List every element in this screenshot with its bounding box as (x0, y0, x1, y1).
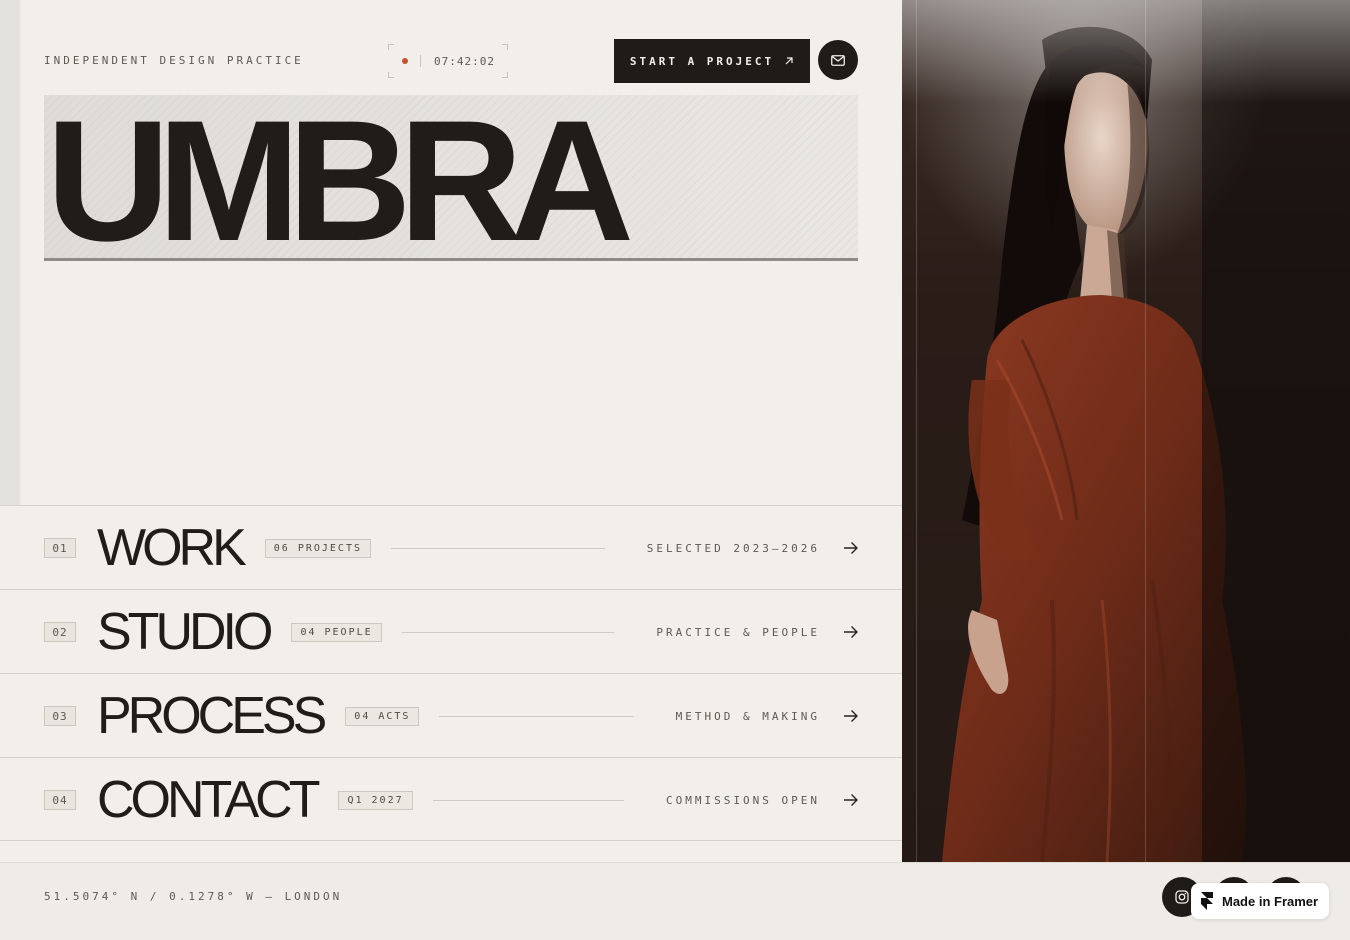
brand-title: UMBRA (46, 95, 634, 261)
start-project-label: START A PROJECT (629, 54, 775, 68)
nav-number: 02 (44, 622, 76, 642)
arrow-right-icon (844, 710, 858, 722)
panel-grid-line (916, 0, 917, 862)
nav-divider-line (401, 631, 615, 633)
clock-time: 07:42:02 (434, 54, 495, 68)
nav-badge: 04 PEOPLE (291, 622, 382, 642)
location-coordinates: 51.5074° N / 0.1278° W — LONDON (44, 890, 343, 903)
nav-number: 03 (44, 706, 76, 726)
nav-title: PROCESS (97, 687, 327, 745)
mail-button[interactable] (818, 40, 858, 80)
nav-row-work[interactable]: 01 WORK 06 PROJECTS SELECTED 2023–2026 (0, 505, 902, 589)
nav-row-contact[interactable]: 04 CONTACT Q1 2027 COMMISSIONS OPEN (0, 757, 902, 841)
nav-badge: 06 PROJECTS (264, 538, 371, 558)
nav-divider-line (439, 715, 634, 717)
nav-number: 04 (44, 790, 76, 810)
instagram-icon (1175, 890, 1189, 904)
nav-title: STUDIO (97, 603, 273, 661)
nav-description: COMMISSIONS OPEN (666, 793, 820, 807)
live-clock: 07:42:02 (388, 44, 508, 78)
framer-badge-label: Made in Framer (1222, 893, 1319, 909)
portrait-illustration (902, 0, 1350, 862)
framer-logo-icon (1201, 892, 1213, 910)
clock-divider (420, 55, 421, 67)
panel-grid-line (1145, 0, 1146, 862)
section-nav: 01 WORK 06 PROJECTS SELECTED 2023–2026 0… (0, 505, 902, 841)
arrow-right-icon (844, 542, 858, 554)
mail-icon (831, 54, 845, 66)
nav-divider-line (391, 547, 605, 549)
arrow-right-icon (844, 626, 858, 638)
live-status-dot (402, 58, 408, 64)
made-in-framer-badge[interactable]: Made in Framer (1191, 883, 1329, 919)
studio-tagline: INDEPENDENT DESIGN PRACTICE (44, 54, 304, 67)
nav-description: SELECTED 2023–2026 (646, 541, 820, 555)
nav-divider-line (432, 799, 625, 801)
hero-banner: UMBRA (44, 95, 858, 261)
hero-portrait-image (902, 0, 1350, 862)
start-project-button[interactable]: START A PROJECT (614, 39, 810, 83)
nav-description: METHOD & MAKING (675, 709, 820, 723)
left-edge-strip (0, 0, 20, 505)
nav-description: PRACTICE & PEOPLE (656, 625, 820, 639)
nav-row-studio[interactable]: 02 STUDIO 04 PEOPLE PRACTICE & PEOPLE (0, 589, 902, 673)
nav-title: WORK (97, 519, 247, 577)
arrow-right-icon (844, 794, 858, 806)
nav-badge: Q1 2027 (338, 790, 413, 810)
nav-number: 01 (44, 538, 76, 558)
nav-badge: 04 ACTS (345, 706, 420, 726)
nav-title: CONTACT (97, 771, 320, 829)
arrow-up-right-icon (785, 57, 793, 65)
nav-row-process[interactable]: 03 PROCESS 04 ACTS METHOD & MAKING (0, 673, 902, 757)
